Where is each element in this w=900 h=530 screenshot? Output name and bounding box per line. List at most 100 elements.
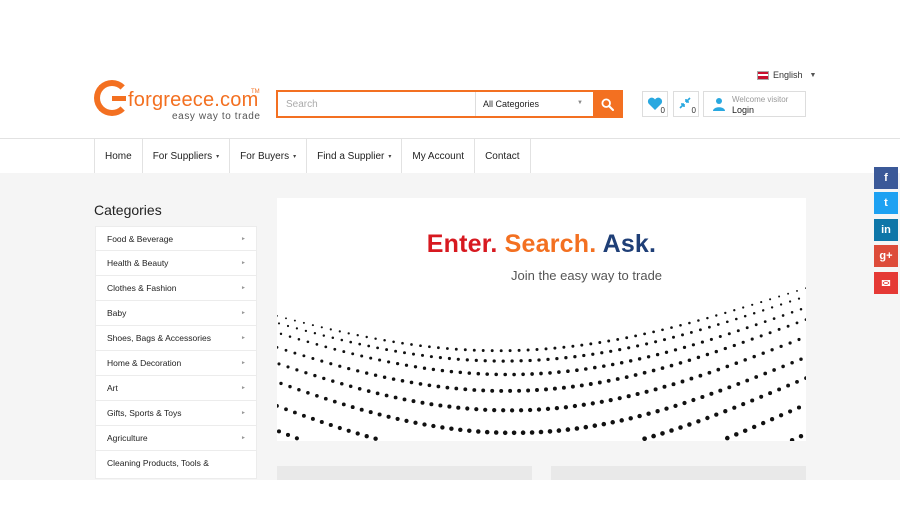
wishlist-button[interactable]: 0 bbox=[642, 91, 668, 117]
wave-dot bbox=[512, 372, 516, 377]
wave-dot bbox=[626, 394, 631, 399]
wave-dot bbox=[365, 335, 368, 339]
wave-dot bbox=[750, 337, 754, 341]
facebook-share-button[interactable]: f bbox=[874, 167, 898, 189]
twitter-share-button[interactable]: t bbox=[874, 192, 898, 214]
wave-dot bbox=[420, 400, 425, 405]
wave-dot bbox=[716, 323, 720, 326]
wave-dot bbox=[499, 349, 503, 353]
wave-dot bbox=[736, 329, 740, 333]
category-item[interactable]: Food & Beverage ► bbox=[95, 226, 257, 251]
wave-dot bbox=[725, 364, 730, 369]
wave-dot bbox=[590, 401, 595, 406]
nav-find-supplier[interactable]: Find a Supplier ▾ bbox=[307, 139, 403, 173]
category-item[interactable]: Home & Decoration ► bbox=[95, 351, 257, 376]
wave-dot bbox=[530, 372, 534, 376]
wave-dot bbox=[779, 344, 783, 349]
wave-dot bbox=[691, 343, 695, 347]
chevron-right-icon: ► bbox=[241, 360, 246, 366]
wave-dot bbox=[562, 345, 566, 349]
wave-dot bbox=[637, 357, 642, 361]
wave-dot bbox=[306, 391, 310, 395]
wave-dot bbox=[338, 364, 342, 368]
wave-dot bbox=[554, 405, 560, 411]
login-link[interactable]: Login bbox=[732, 105, 754, 115]
wave-dot bbox=[610, 362, 615, 367]
wave-dot bbox=[589, 342, 593, 346]
wave-dot bbox=[777, 387, 782, 392]
hero-banner[interactable]: Enter. Search. Ask. Join the easy way to… bbox=[277, 198, 806, 441]
wave-dot bbox=[340, 382, 344, 386]
wave-dot bbox=[409, 380, 414, 385]
wave-dot bbox=[790, 311, 794, 314]
search-button[interactable] bbox=[593, 92, 621, 116]
wave-dot bbox=[529, 430, 535, 435]
wave-dot bbox=[422, 366, 427, 370]
wave-dot bbox=[678, 361, 683, 365]
wave-dot bbox=[535, 348, 539, 351]
wave-dot bbox=[715, 314, 718, 317]
googleplus-share-button[interactable]: g+ bbox=[874, 245, 898, 267]
category-item[interactable]: Gifts, Sports & Toys ► bbox=[95, 401, 257, 426]
wave-dot bbox=[672, 335, 675, 339]
site-logo[interactable]: forgreece.com TM easy way to trade bbox=[94, 80, 269, 125]
wave-dot bbox=[526, 348, 530, 352]
wave-dot bbox=[581, 402, 586, 407]
promo-card[interactable] bbox=[277, 466, 532, 480]
wave-dot bbox=[615, 377, 620, 381]
wave-dot bbox=[304, 329, 308, 333]
wave-dot bbox=[743, 314, 747, 318]
category-item[interactable]: Clothes & Fashion ► bbox=[95, 276, 257, 301]
wave-dot bbox=[608, 398, 613, 403]
wave-dot bbox=[302, 354, 306, 358]
category-item[interactable]: Health & Beauty ► bbox=[95, 251, 257, 276]
wave-dot bbox=[419, 344, 422, 348]
compare-button[interactable]: 0 bbox=[673, 91, 699, 117]
wave-dot bbox=[536, 407, 542, 412]
wave-dot bbox=[472, 348, 476, 352]
promo-card[interactable] bbox=[551, 466, 806, 480]
wave-dot bbox=[467, 428, 472, 433]
wave-dot bbox=[483, 359, 487, 363]
wave-dot bbox=[607, 339, 611, 343]
category-select-value: All Categories bbox=[483, 99, 540, 109]
wave-dot bbox=[501, 359, 505, 363]
wave-dot bbox=[546, 357, 550, 362]
nav-my-account[interactable]: My Account bbox=[402, 139, 476, 173]
category-item[interactable]: Art ► bbox=[95, 376, 257, 401]
nav-contact[interactable]: Contact bbox=[475, 139, 531, 173]
wave-dot bbox=[472, 388, 477, 392]
wave-dot bbox=[732, 343, 736, 348]
wave-dot bbox=[679, 323, 682, 327]
wave-dot bbox=[465, 358, 469, 362]
category-item[interactable]: Baby ► bbox=[95, 301, 257, 326]
welcome-text: Welcome visitor bbox=[732, 95, 789, 104]
wave-dot bbox=[431, 367, 436, 372]
nav-home[interactable]: Home bbox=[95, 139, 143, 173]
wave-dot bbox=[517, 348, 521, 352]
category-item[interactable]: Agriculture ► bbox=[95, 426, 257, 451]
linkedin-share-button[interactable]: in bbox=[874, 219, 898, 241]
wave-dot bbox=[742, 428, 748, 433]
wave-dot bbox=[778, 413, 784, 418]
search-input[interactable] bbox=[278, 92, 475, 116]
wave-dot bbox=[697, 319, 700, 322]
wave-dot bbox=[633, 373, 638, 377]
category-select[interactable]: All Categories ▼ bbox=[475, 92, 593, 116]
wave-dot bbox=[447, 356, 451, 361]
facebook-icon: f bbox=[884, 172, 888, 184]
wave-dot bbox=[708, 325, 711, 329]
wave-dot bbox=[772, 368, 776, 372]
category-item[interactable]: Cleaning Products, Tools & bbox=[95, 451, 257, 479]
account-login[interactable]: Welcome visitor Login bbox=[703, 91, 806, 117]
wave-dot bbox=[322, 376, 326, 381]
wave-dot bbox=[490, 388, 495, 393]
wave-dot bbox=[642, 370, 647, 375]
wave-dot bbox=[454, 347, 458, 351]
nav-for-buyers[interactable]: For Buyers ▾ bbox=[230, 139, 308, 173]
nav-for-suppliers[interactable]: For Suppliers ▾ bbox=[143, 139, 231, 173]
wave-dot bbox=[382, 375, 387, 379]
language-selector[interactable]: English ▼ bbox=[757, 70, 816, 80]
email-share-button[interactable]: ✉ bbox=[874, 272, 898, 294]
category-item[interactable]: Shoes, Bags & Accessories ► bbox=[95, 326, 257, 351]
